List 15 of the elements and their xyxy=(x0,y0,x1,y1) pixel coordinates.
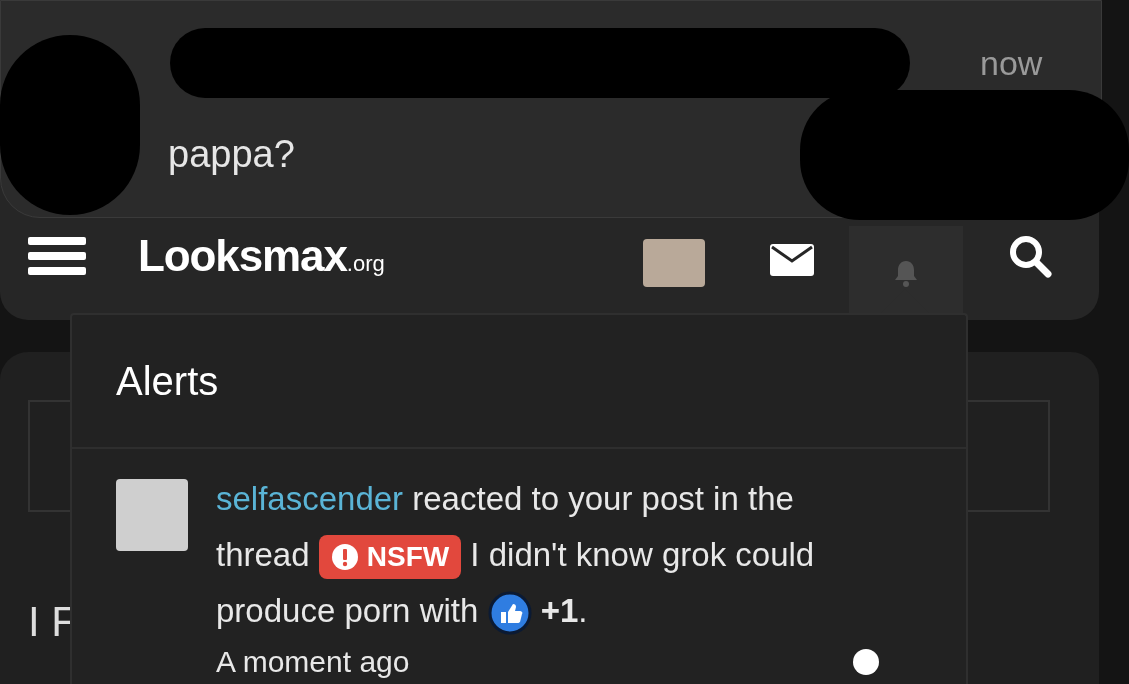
notification-message: pappa? xyxy=(168,132,295,177)
username-link[interactable]: selfascender xyxy=(216,480,404,517)
user-thumbnail[interactable] xyxy=(643,239,705,287)
envelope-icon[interactable] xyxy=(769,243,815,277)
alert-time: A moment ago xyxy=(216,644,410,680)
alerts-title: Alerts xyxy=(72,315,966,449)
avatar-image xyxy=(116,479,188,551)
notification-time: now xyxy=(980,43,1043,84)
thumbs-up-icon xyxy=(487,591,532,636)
menu-icon[interactable] xyxy=(28,235,86,277)
search-icon[interactable] xyxy=(1007,233,1053,279)
exclamation-icon xyxy=(330,543,359,572)
nsfw-tag: NSFW xyxy=(318,535,462,580)
site-logo[interactable]: Looksmax.org xyxy=(138,223,385,289)
alert-message[interactable]: selfascender reacted to your post in the thread NSFW I didn't know grok could produce porn with +1. xyxy=(216,471,882,639)
